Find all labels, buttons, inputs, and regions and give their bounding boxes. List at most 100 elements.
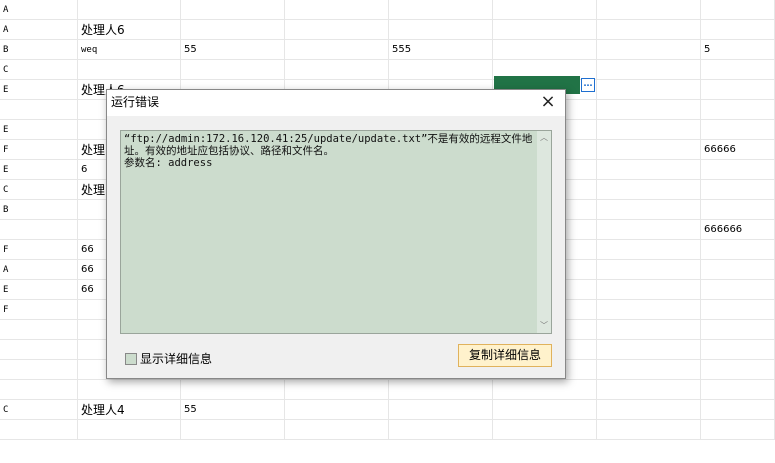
sheet-cell[interactable] [181,20,285,40]
sheet-cell[interactable] [78,60,181,80]
sheet-cell[interactable]: A [0,0,78,20]
error-message-box[interactable]: “ftp://admin:172.16.120.41:25/update/upd… [120,130,552,334]
sheet-cell[interactable] [597,100,701,120]
sheet-cell[interactable] [181,60,285,80]
cell-ellipsis-button[interactable]: … [581,78,595,92]
sheet-cell[interactable] [701,180,775,200]
sheet-cell[interactable] [597,240,701,260]
sheet-cell[interactable] [597,300,701,320]
sheet-cell[interactable] [493,0,597,20]
sheet-cell[interactable] [0,380,78,400]
sheet-cell[interactable] [0,320,78,340]
sheet-cell[interactable]: 66666 [701,140,775,160]
sheet-cell[interactable]: C [0,180,78,200]
sheet-cell[interactable] [701,320,775,340]
sheet-cell[interactable] [285,20,389,40]
sheet-cell[interactable]: E [0,280,78,300]
sheet-cell[interactable] [597,180,701,200]
close-icon[interactable]: × [531,90,565,114]
sheet-cell[interactable]: B [0,40,78,60]
sheet-cell[interactable] [285,40,389,60]
sheet-cell[interactable] [701,60,775,80]
sheet-cell[interactable]: F [0,300,78,320]
sheet-cell[interactable] [78,420,181,440]
sheet-cell[interactable] [701,420,775,440]
sheet-cell[interactable] [701,300,775,320]
sheet-cell[interactable] [493,400,597,420]
sheet-cell[interactable] [597,40,701,60]
message-scrollbar[interactable]: ︿ ﹀ [537,131,551,333]
sheet-cell[interactable] [285,60,389,80]
sheet-cell[interactable] [701,360,775,380]
sheet-cell[interactable]: 处理人4 [78,400,181,420]
sheet-cell[interactable] [701,260,775,280]
sheet-cell[interactable]: F [0,240,78,260]
sheet-cell[interactable] [597,340,701,360]
sheet-cell[interactable] [701,160,775,180]
sheet-cell[interactable] [285,380,389,400]
sheet-cell[interactable] [597,80,701,100]
sheet-cell[interactable] [285,400,389,420]
scroll-up-icon[interactable]: ︿ [539,133,549,143]
sheet-cell[interactable]: E [0,80,78,100]
sheet-cell[interactable] [597,120,701,140]
sheet-cell[interactable]: C [0,400,78,420]
copy-details-button[interactable]: 复制详细信息 [458,344,552,367]
sheet-cell[interactable] [493,20,597,40]
sheet-cell[interactable] [597,140,701,160]
sheet-cell[interactable] [701,400,775,420]
sheet-cell[interactable] [78,380,181,400]
sheet-cell[interactable] [181,420,285,440]
sheet-cell[interactable] [389,0,493,20]
sheet-cell[interactable] [701,20,775,40]
show-details-checkbox-group[interactable]: 显示详细信息 [125,350,212,367]
sheet-cell[interactable] [597,220,701,240]
sheet-cell[interactable] [493,380,597,400]
sheet-cell[interactable]: weq [78,40,181,60]
sheet-cell[interactable] [701,380,775,400]
sheet-cell[interactable] [389,400,493,420]
sheet-cell[interactable] [0,220,78,240]
sheet-cell[interactable] [285,0,389,20]
scroll-down-icon[interactable]: ﹀ [539,321,549,331]
sheet-cell[interactable] [701,0,775,20]
sheet-cell[interactable] [701,100,775,120]
sheet-cell[interactable] [597,420,701,440]
sheet-cell[interactable] [181,380,285,400]
sheet-cell[interactable] [597,380,701,400]
sheet-cell[interactable]: A [0,260,78,280]
sheet-cell[interactable] [389,60,493,80]
sheet-cell[interactable] [597,280,701,300]
sheet-cell[interactable] [493,420,597,440]
sheet-cell[interactable] [389,20,493,40]
sheet-cell[interactable]: F [0,140,78,160]
sheet-cell[interactable] [0,100,78,120]
sheet-cell[interactable]: 处理人6 [78,20,181,40]
sheet-cell[interactable] [701,280,775,300]
sheet-cell[interactable]: 5 [701,40,775,60]
sheet-cell[interactable] [493,40,597,60]
sheet-cell[interactable]: E [0,120,78,140]
sheet-cell[interactable] [701,340,775,360]
sheet-cell[interactable] [597,360,701,380]
show-details-checkbox[interactable] [125,352,137,365]
sheet-cell[interactable] [597,20,701,40]
sheet-cell[interactable]: 55 [181,400,285,420]
sheet-cell[interactable] [701,200,775,220]
sheet-cell[interactable] [701,240,775,260]
sheet-cell[interactable] [285,420,389,440]
sheet-cell[interactable] [597,200,701,220]
sheet-cell[interactable] [597,60,701,80]
sheet-cell[interactable] [597,160,701,180]
sheet-cell[interactable]: E [0,160,78,180]
sheet-cell[interactable] [701,80,775,100]
sheet-cell[interactable]: B [0,200,78,220]
sheet-cell[interactable] [0,360,78,380]
sheet-cell[interactable]: A [0,20,78,40]
sheet-cell[interactable] [181,0,285,20]
sheet-cell[interactable] [389,420,493,440]
sheet-cell[interactable] [78,0,181,20]
sheet-cell[interactable]: 555 [389,40,493,60]
sheet-cell[interactable]: C [0,60,78,80]
sheet-cell[interactable] [597,400,701,420]
